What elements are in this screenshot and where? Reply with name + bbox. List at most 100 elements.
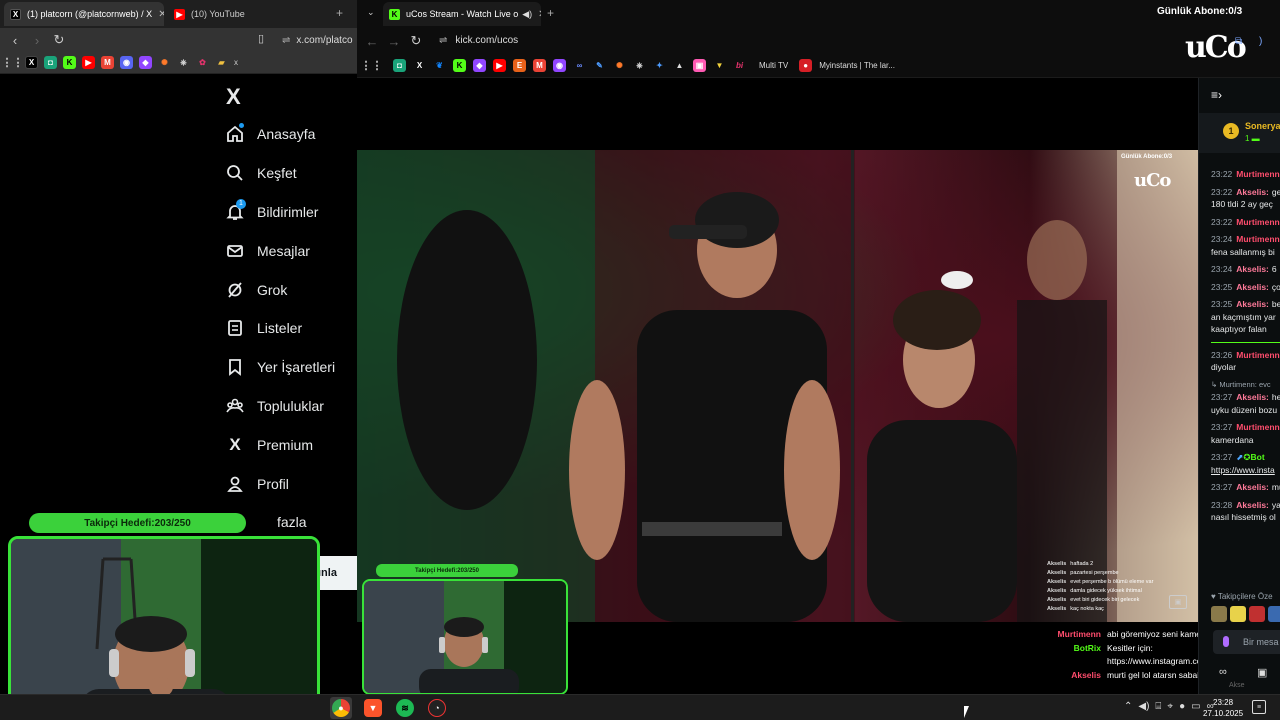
usb-icon[interactable]: ⌖ [1167,701,1173,712]
meta-icon[interactable]: ∞ [573,59,586,72]
back-icon[interactable]: ‹ [4,33,26,48]
video-player[interactable]: Günlük Abone:0/3 uCo Akselis haftada 2 Ak… [357,78,1198,695]
post-button[interactable]: ınla [318,556,357,590]
kick-icon[interactable]: K [453,59,466,72]
close-icon[interactable]: ✕ [152,9,164,20]
gemini-icon[interactable]: ✦ [653,59,666,72]
brave-icon[interactable]: ▼ [364,699,382,717]
openai-icon[interactable]: ⎈ [633,59,646,72]
infinity-icon[interactable]: ∞ [1219,666,1227,678]
bookmark-icon[interactable]: ◘ [393,59,406,72]
gmail-icon[interactable]: M [533,59,546,72]
new-tab-icon[interactable]: + [547,6,554,20]
url-field[interactable]: ⇌ kick.com/ucos [439,35,518,46]
bookmark-star-icon[interactable]: ▯ [258,32,264,45]
mic-icon[interactable] [1223,636,1229,647]
kick-icon[interactable]: K [63,56,76,69]
tab-youtube[interactable]: ▶ (10) YouTube [168,2,328,26]
spotify-icon[interactable]: ≋ [396,699,414,717]
nav-lists[interactable]: Listeler [226,309,335,348]
bookmark-multi-tv[interactable]: Multi TV [759,61,788,70]
settings-icon[interactable]: ▣ [1257,666,1267,679]
nav-grok[interactable]: Grok [226,270,335,309]
mic-icon[interactable]: ● [1179,701,1185,712]
power-icon[interactable]: ⌸ [1155,701,1161,712]
stream-video[interactable]: Günlük Abone:0/3 uCo Akselis haftada 2 Ak… [357,150,1198,622]
e-icon[interactable]: E [513,59,526,72]
bi-icon[interactable]: bi [733,59,746,72]
chrome-icon[interactable]: ● [332,699,350,717]
nav-explore[interactable]: Keşfet [226,154,335,193]
x-icon[interactable]: X [25,56,38,69]
profile-icon [226,475,244,493]
tab-list-icon[interactable]: ⌄ [367,7,375,18]
star-icon[interactable]: ✺ [158,56,171,69]
nav-label: Yer İşaretleri [257,359,336,376]
discord-icon[interactable]: ◉ [120,56,133,69]
nav-bookmarks[interactable]: Yer İşaretleri [226,348,335,387]
image-icon[interactable]: ▣ [693,59,706,72]
reload-icon[interactable]: ↻ [405,33,427,49]
top-gifter-banner[interactable]: 1 Sonerya 1 ▬ [1199,113,1280,153]
follower-goal-bar: Takipçi Hedefi:203/250 [376,564,518,577]
emote-icon[interactable] [1211,606,1227,622]
collapse-chat-icon[interactable]: ≡› [1211,88,1222,102]
twitch-icon[interactable]: ◉ [553,59,566,72]
system-tray: ⌃ ◀) ⌸ ⌖ ● ▭ ∞ [1124,701,1214,712]
chat-message-input[interactable]: Bir mesa [1213,630,1280,654]
star-icon[interactable]: ✺ [613,59,626,72]
tab-x-platcorn[interactable]: X (1) platcorn (@platcornweb) / X ✕ [4,2,164,26]
network-icon[interactable]: ▭ [1191,701,1200,712]
forward-icon[interactable]: › [26,33,48,48]
chat-message-list: 23:22Murtimenn 23:22Akselis:ge180 tldi 2… [1211,168,1280,529]
emote-icon[interactable] [1249,606,1265,622]
nav-notifications[interactable]: 1 Bildirimler [226,193,335,232]
bookmark-myinstants[interactable]: Myinstants | The lar... [819,61,895,70]
reload-icon[interactable]: ↻ [48,32,70,48]
gear-icon[interactable]: ✿ [196,56,209,69]
chat-reply: ↳ Murtimenn: evc [1211,379,1271,389]
tab-ucos-stream[interactable]: K uCos Stream - Watch Live o ◀) ✕ [383,2,541,26]
back-icon[interactable]: ← [361,34,383,49]
audio-icon[interactable]: ◀) [522,9,532,20]
twitch-icon[interactable]: ◆ [139,56,152,69]
extension-icon[interactable]: ) [1259,36,1262,47]
twitch-icon[interactable]: ◆ [473,59,486,72]
url-field[interactable]: ⇌ x.com/platco [282,32,353,48]
nav-home[interactable]: Anasayfa [226,115,335,154]
bookmark-icon[interactable]: ◘ [44,56,57,69]
vue-icon[interactable]: ▼ [713,59,726,72]
kick-icon: K [389,8,400,20]
emote-icon[interactable] [1268,606,1280,622]
forward-icon[interactable]: → [383,34,405,49]
apps-icon[interactable]: ⋮⋮ [2,56,24,69]
translate-icon[interactable]: ⧉ [1235,36,1242,47]
youtube-icon[interactable]: ▶ [493,59,506,72]
webcam-feed-small [362,579,568,695]
chevron-up-icon[interactable]: ⌃ [1124,701,1132,712]
site-info-icon: ⇌ [439,35,448,46]
notification-center-icon[interactable]: ≡ [1252,700,1266,714]
x-logo[interactable]: X [226,84,241,110]
nav-messages[interactable]: Mesajlar [226,231,335,270]
apps-icon[interactable]: ⋮⋮ [361,59,383,72]
close-icon[interactable]: ✕ [532,9,541,20]
volume-icon[interactable]: ◀) [1138,701,1149,712]
clock[interactable]: 23:28 27.10.2025 [1203,697,1243,719]
obs-icon[interactable]: ◔ [428,699,446,717]
folder-icon[interactable]: ▰ [215,56,228,69]
emote-icon[interactable] [1230,606,1246,622]
bluesky-icon[interactable]: ❦ [433,59,446,72]
more-bookmarks-icon[interactable]: x [234,58,238,67]
edit-icon[interactable]: ✎ [593,59,606,72]
x-icon[interactable]: X [413,59,426,72]
gmail-icon[interactable]: M [101,56,114,69]
youtube-icon[interactable]: ▶ [82,56,95,69]
nav-premium[interactable]: X Premium [226,425,335,464]
nav-profile[interactable]: Profil [226,464,335,503]
nav-communities[interactable]: Topluluklar [226,387,335,426]
drive-icon[interactable]: ▲ [673,59,686,72]
openai-icon[interactable]: ⎈ [177,56,190,69]
new-tab-icon[interactable]: + [336,6,343,20]
x-premium-icon: X [229,434,241,454]
